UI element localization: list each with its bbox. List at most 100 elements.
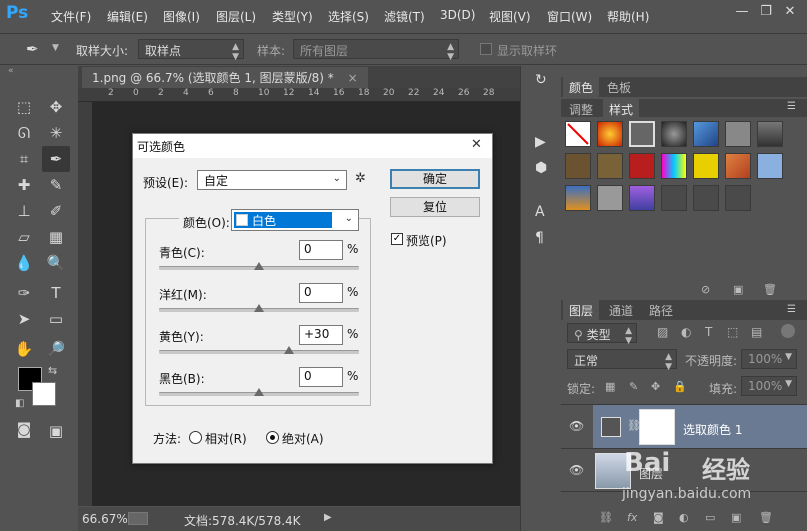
style-swatch[interactable] <box>629 153 655 179</box>
style-swatch[interactable] <box>725 153 751 179</box>
visibility-eye-icon[interactable]: 👁 <box>569 419 584 433</box>
tab-swatches[interactable]: 色板 <box>601 77 637 97</box>
new-style-icon[interactable]: ▣ <box>733 283 743 296</box>
style-swatch[interactable] <box>693 121 719 147</box>
cyan-slider-thumb[interactable] <box>254 262 264 270</box>
style-swatch[interactable] <box>693 153 719 179</box>
layer-row-selective-color[interactable]: 👁 ⛓ 选取颜色 1 <box>561 404 807 449</box>
brush-tool-icon[interactable]: ✎ <box>42 172 70 198</box>
yellow-slider-thumb[interactable] <box>284 346 294 354</box>
menu-help[interactable]: 帮助(H) <box>607 8 649 25</box>
eyedropper-tool-icon[interactable]: ✒ <box>42 146 70 172</box>
eyedropper-tool-preset-icon[interactable]: ✒ <box>26 40 39 58</box>
tab-adjustments[interactable]: 调整 <box>563 99 599 119</box>
mask-icon[interactable]: ◙ <box>653 511 664 524</box>
style-swatch[interactable] <box>597 185 623 211</box>
screen-mode-icon[interactable]: ▣ <box>42 418 70 444</box>
absolute-radio[interactable] <box>266 431 279 444</box>
tab-styles[interactable]: 样式 <box>603 99 640 119</box>
menu-view[interactable]: 视图(V) <box>489 8 531 25</box>
delete-style-icon[interactable]: 🗑 <box>763 283 777 296</box>
tool-preset-chevron-icon[interactable]: ▼ <box>52 43 59 53</box>
trash-icon[interactable]: 🗑 <box>759 511 773 524</box>
filter-type-icon[interactable]: T <box>705 325 712 339</box>
collapse-toolbar-icon[interactable]: « <box>8 66 14 76</box>
clone-stamp-tool-icon[interactable]: ⊥ <box>10 198 38 224</box>
history-brush-tool-icon[interactable]: ✐ <box>42 198 70 224</box>
actions-play-icon[interactable]: ▶ <box>535 134 546 150</box>
zoom-tool-icon[interactable]: 🔎 <box>42 336 70 362</box>
black-slider-thumb[interactable] <box>254 388 264 396</box>
style-swatch[interactable] <box>661 153 687 179</box>
style-swatch[interactable] <box>661 185 687 211</box>
3d-icon[interactable]: ⬢ <box>535 160 547 176</box>
layer-name[interactable]: 选取颜色 1 <box>683 421 742 438</box>
style-swatch[interactable] <box>565 185 591 211</box>
cyan-value-input[interactable]: 0 <box>299 240 343 260</box>
pen-tool-icon[interactable]: ✑ <box>10 280 38 306</box>
style-swatch[interactable] <box>661 121 687 147</box>
style-swatch[interactable] <box>597 153 623 179</box>
marquee-tool-icon[interactable]: ⬚ <box>10 94 38 120</box>
zoom-level[interactable]: 66.67% <box>82 512 128 526</box>
ok-button[interactable]: 确定 <box>390 169 480 189</box>
character-icon[interactable]: A <box>535 204 545 220</box>
swap-colors-icon[interactable]: ⇆ <box>48 364 57 377</box>
layers-menu-icon[interactable]: ☰ <box>787 304 796 315</box>
opacity-input[interactable]: 100% ▼ <box>741 349 797 369</box>
panel-menu-icon[interactable]: ☰ <box>787 101 796 112</box>
kind-filter-dropdown[interactable]: ⚲ 类型 ▲ ▼ <box>567 323 637 346</box>
status-info-icon[interactable] <box>128 512 148 525</box>
lock-pixels-icon[interactable]: ✎ <box>629 380 638 393</box>
document-tab[interactable]: 1.png @ 66.7% (选取颜色 1, 图层蒙版/8) * × <box>82 67 368 88</box>
menu-edit[interactable]: 编辑(E) <box>107 8 148 25</box>
menu-filter[interactable]: 滤镜(T) <box>384 8 425 25</box>
move-tool-icon[interactable]: ✥ <box>42 94 70 120</box>
style-swatch[interactable] <box>725 121 751 147</box>
style-swatch[interactable] <box>597 121 623 147</box>
new-layer-icon[interactable]: ▣ <box>731 511 741 524</box>
preview-checkbox[interactable]: ✓ <box>391 233 403 245</box>
style-swatch[interactable] <box>757 153 783 179</box>
colors-dropdown[interactable]: 白色 ⌄ <box>231 209 359 231</box>
restore-button[interactable]: ❐ <box>756 4 776 22</box>
type-tool-icon[interactable]: T <box>42 280 70 306</box>
lasso-tool-icon[interactable]: ᘏ <box>10 120 38 146</box>
tab-layers[interactable]: 图层 <box>563 300 600 320</box>
menu-3d[interactable]: 3D(D) <box>440 8 475 22</box>
magic-wand-tool-icon[interactable]: ✳ <box>42 120 70 146</box>
menu-layer[interactable]: 图层(L) <box>216 8 256 25</box>
blend-mode-dropdown[interactable]: 正常 ▲ ▼ <box>567 349 677 372</box>
gradient-tool-icon[interactable]: ▦ <box>42 224 70 250</box>
style-none-swatch[interactable] <box>565 121 591 147</box>
style-swatch[interactable] <box>565 153 591 179</box>
lock-transparent-icon[interactable]: ▦ <box>605 380 615 393</box>
menu-file[interactable]: 文件(F) <box>51 8 91 25</box>
style-swatch[interactable] <box>629 185 655 211</box>
visibility-eye-icon[interactable]: 👁 <box>569 463 584 477</box>
menu-type[interactable]: 类型(Y) <box>272 8 313 25</box>
relative-radio[interactable] <box>189 431 202 444</box>
lock-all-icon[interactable]: 🔒 <box>673 380 687 393</box>
folder-icon[interactable]: ▭ <box>705 511 715 524</box>
preset-options-gear-icon[interactable]: ✲ <box>355 171 366 186</box>
layer-row-image[interactable]: 👁 图层 <box>561 448 807 492</box>
lock-position-icon[interactable]: ✥ <box>651 380 660 393</box>
quick-mask-icon[interactable]: ◙ <box>10 416 38 442</box>
reset-button[interactable]: 复位 <box>390 197 480 217</box>
layer-name[interactable]: 图层 <box>639 465 663 482</box>
dialog-close-icon[interactable]: ✕ <box>471 137 482 152</box>
adjustment-icon[interactable]: ◐ <box>679 511 689 524</box>
crop-tool-icon[interactable]: ⌗ <box>10 146 38 172</box>
filter-toggle-icon[interactable] <box>781 324 795 338</box>
eraser-tool-icon[interactable]: ▱ <box>10 224 38 250</box>
filter-adjustment-icon[interactable]: ◐ <box>681 325 691 339</box>
blur-tool-icon[interactable]: 💧 <box>10 250 38 276</box>
style-swatch[interactable] <box>693 185 719 211</box>
paragraph-icon[interactable]: ¶ <box>535 230 544 246</box>
clear-style-icon[interactable]: ⊘ <box>701 283 710 296</box>
sample-dropdown[interactable]: 所有图层 ▲ ▼ <box>293 39 459 62</box>
style-swatch[interactable] <box>725 185 751 211</box>
filter-pixel-icon[interactable]: ▨ <box>657 325 668 339</box>
rectangle-tool-icon[interactable]: ▭ <box>42 306 70 332</box>
